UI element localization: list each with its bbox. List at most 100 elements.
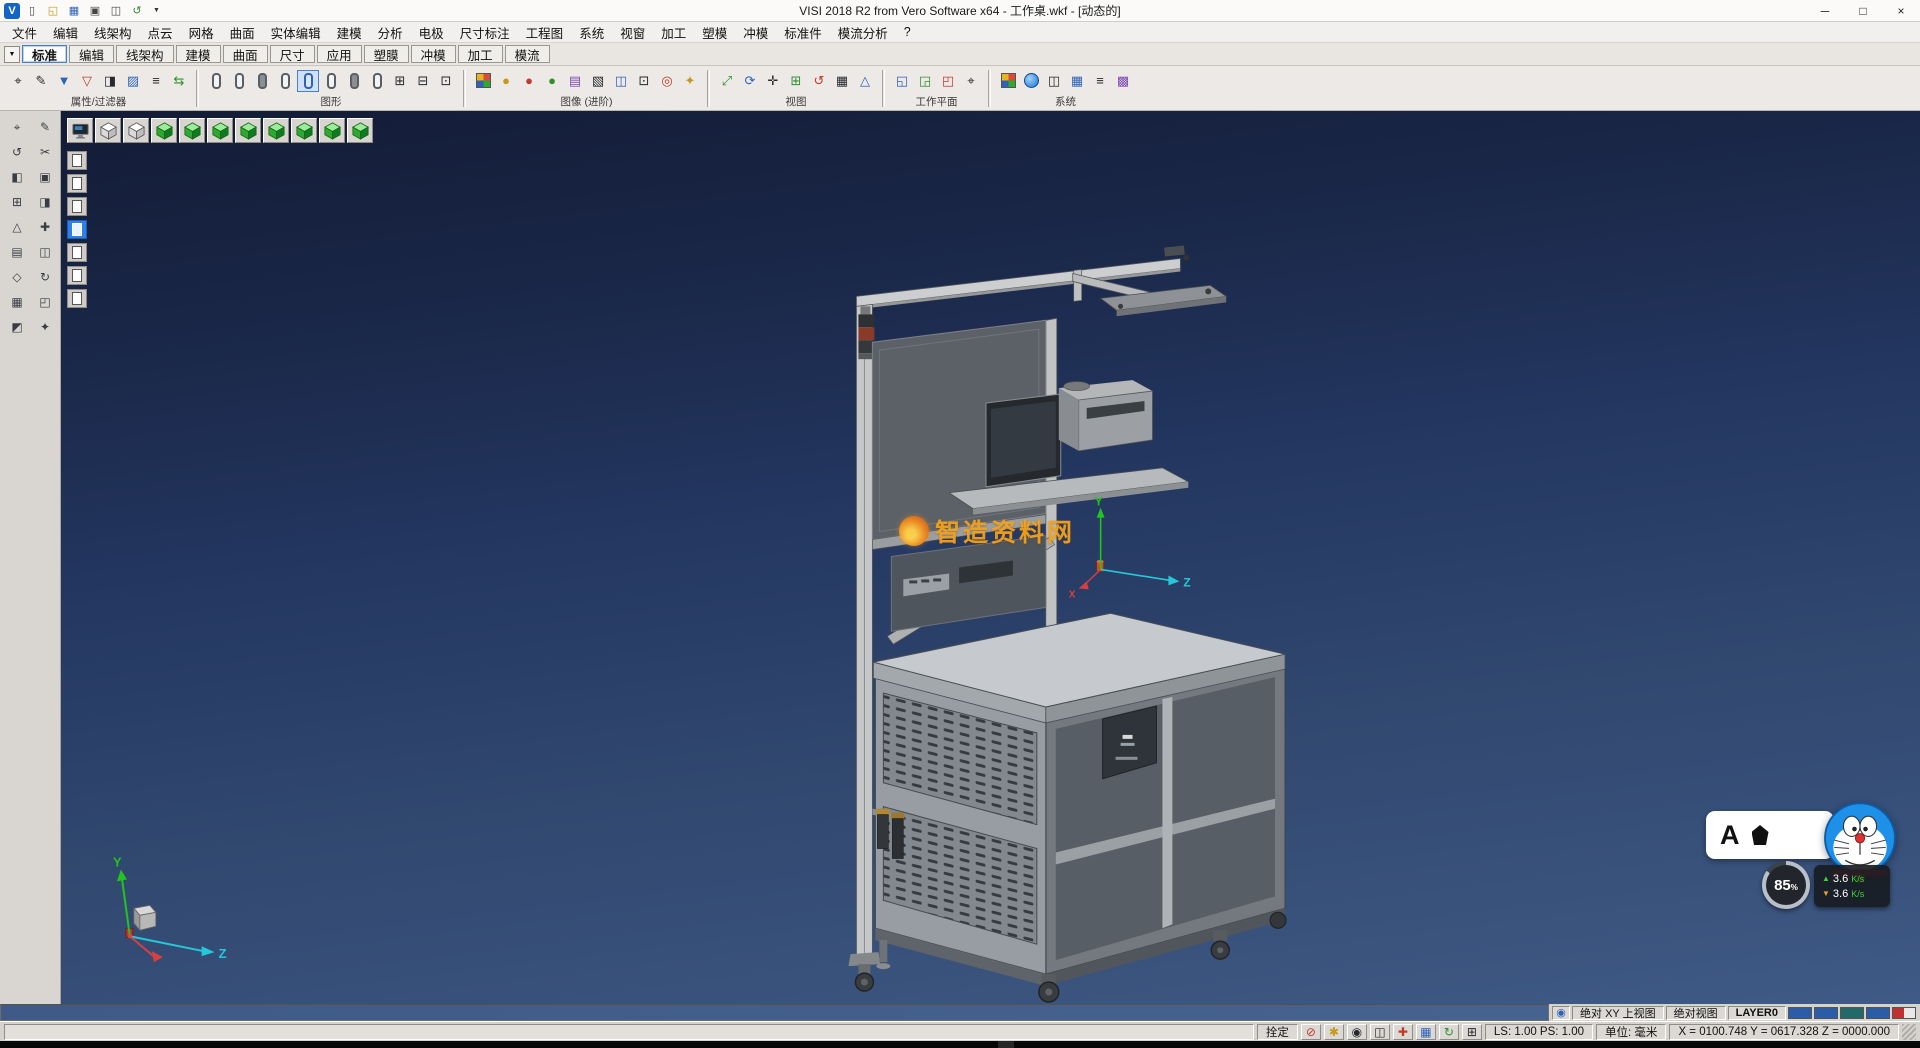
refresh-icon[interactable]: ↻ [1439,1024,1459,1040]
dual-view-icon[interactable]: ◫ [610,70,632,92]
layer-color-1[interactable] [1788,1007,1812,1019]
menu-wireframe[interactable]: 线架构 [86,21,140,44]
spark-tool-icon[interactable]: ✦ [34,317,56,337]
trim-icon[interactable]: ✂ [34,142,56,162]
progress-badge[interactable]: 85% [1762,861,1810,909]
layer-color-3[interactable] [1840,1007,1864,1019]
windows-taskbar[interactable] [0,1041,1920,1048]
net-speed-widget[interactable]: A 85% [1706,799,1906,921]
line-style-icon[interactable] [205,70,227,92]
tab-mold[interactable]: 塑膜 [364,45,409,63]
texture-icon[interactable]: ▤ [564,70,586,92]
properties-list-icon[interactable]: ≡ [145,70,167,92]
screen-icon[interactable]: ◫ [1370,1024,1390,1040]
shade-tool-icon[interactable]: ◩ [6,317,28,337]
effects-icon[interactable]: ✦ [679,70,701,92]
viewport-3d[interactable]: Y Z X Y [61,111,1920,1004]
view-front-icon[interactable] [207,118,233,143]
select-icon[interactable]: ⌖ [7,70,29,92]
previous-view-icon[interactable]: ↺ [808,70,830,92]
workplane-yz-icon[interactable]: ◲ [914,70,936,92]
transparency-icon[interactable] [366,70,388,92]
undo-icon[interactable]: ↺ [128,3,146,19]
menu-edit[interactable]: 编辑 [45,21,86,44]
tab-overflow-icon[interactable]: ▼ [4,46,20,63]
view-top-icon[interactable] [319,118,345,143]
page-button-4-active[interactable] [67,220,87,239]
region-icon[interactable]: ▣ [34,167,56,187]
corner-tool-icon[interactable]: ◰ [34,292,56,312]
layer-icon[interactable]: ◨ [99,70,121,92]
swap-attributes-icon[interactable]: ⇆ [168,70,190,92]
layer-color-2[interactable] [1814,1007,1838,1019]
curve-style-icon[interactable] [274,70,296,92]
workplane-origin-icon[interactable]: ⌖ [960,70,982,92]
mesh-tool-icon[interactable]: ▦ [6,292,28,312]
lock-field[interactable]: 拴定 [1257,1024,1298,1040]
hatch-icon[interactable]: ▨ [122,70,144,92]
monitor-icon[interactable]: ◫ [1043,70,1065,92]
page-button-6[interactable] [67,266,87,285]
layer-color-5[interactable] [1892,1007,1916,1019]
tab-machining[interactable]: 加工 [458,45,503,63]
undo-tool-icon[interactable]: ↺ [6,142,28,162]
isolate-icon[interactable]: ⊡ [435,70,457,92]
wireframe-mode-icon[interactable] [320,70,342,92]
menu-standard-parts[interactable]: 标准件 [776,21,830,44]
save-state-icon[interactable]: ▦ [1416,1024,1436,1040]
tab-standard[interactable]: 标准 [22,45,67,63]
menu-system[interactable]: 系统 [571,21,612,44]
menu-help[interactable]: ? [896,23,919,41]
tab-apply[interactable]: 应用 [317,45,362,63]
save-icon[interactable]: ▦ [65,3,83,19]
tab-wireframe[interactable]: 线架构 [116,45,174,63]
snapshot-icon[interactable]: ⊡ [633,70,655,92]
resize-grip[interactable] [1902,1024,1916,1040]
view-left-icon[interactable] [263,118,289,143]
menu-solid-edit[interactable]: 实体编辑 [263,21,329,44]
grid-view-icon[interactable]: ▦ [831,70,853,92]
globe-icon[interactable] [1020,70,1042,92]
ungroup-icon[interactable]: ⊟ [412,70,434,92]
tab-dimension[interactable]: 尺寸 [270,45,315,63]
zoom-extents-icon[interactable]: ⤢ [716,70,738,92]
diamond-tool-icon[interactable]: ◇ [6,267,28,287]
maximize-button[interactable]: □ [1844,0,1882,21]
layers-tool-icon[interactable]: ▤ [6,242,28,262]
target-icon[interactable]: ◎ [656,70,678,92]
filter-clear-icon[interactable]: ▽ [76,70,98,92]
workplane-zx-icon[interactable]: ◰ [937,70,959,92]
tab-edit[interactable]: 编辑 [69,45,114,63]
zoom-window-icon[interactable]: ⊞ [785,70,807,92]
cad-model-canvas[interactable]: Y Z X Y [61,111,1920,1004]
workplane-xy-icon[interactable]: ◱ [891,70,913,92]
speed-panel[interactable]: ▲ 3.6 K/s ▼ 3.6 K/s [1814,865,1890,907]
point-style-icon[interactable] [251,70,273,92]
view-mode-field[interactable]: 绝对 XY 上视图 [1572,1006,1664,1020]
absolute-view-field[interactable]: 绝对视图 [1666,1006,1726,1020]
snap-select-icon[interactable]: ⌖ [6,117,28,137]
split-view-icon[interactable]: ◫ [34,242,56,262]
user-icon[interactable]: ◉ [1347,1024,1367,1040]
group-icon[interactable]: ⊞ [389,70,411,92]
osnap-icon[interactable]: ⊘ [1301,1024,1321,1040]
menu-die[interactable]: 冲模 [735,21,776,44]
grid-icon[interactable]: ⊞ [1462,1024,1482,1040]
options-icon[interactable]: ≡ [1089,70,1111,92]
pan-view-icon[interactable]: ✛ [762,70,784,92]
add-geometry-icon[interactable]: ✚ [34,217,56,237]
material-green-icon[interactable]: ● [541,70,563,92]
view-right-icon[interactable] [291,118,317,143]
units-field[interactable]: 单位: 毫米 [1596,1024,1666,1040]
sketch-icon[interactable]: ✎ [34,117,56,137]
material-red-icon[interactable]: ● [518,70,540,92]
menu-flow-analysis[interactable]: 模流分析 [830,21,896,44]
color-grid-icon[interactable] [997,70,1019,92]
shading-mode-icon[interactable] [297,70,319,92]
qat-dropdown-icon[interactable]: ▼ [149,7,164,14]
half-select-icon[interactable]: ◧ [6,167,28,187]
print-icon[interactable]: ▣ [86,3,104,19]
menu-analysis[interactable]: 分析 [370,21,411,44]
preview-icon[interactable]: ◫ [107,3,125,19]
tab-modeling[interactable]: 建模 [176,45,221,63]
